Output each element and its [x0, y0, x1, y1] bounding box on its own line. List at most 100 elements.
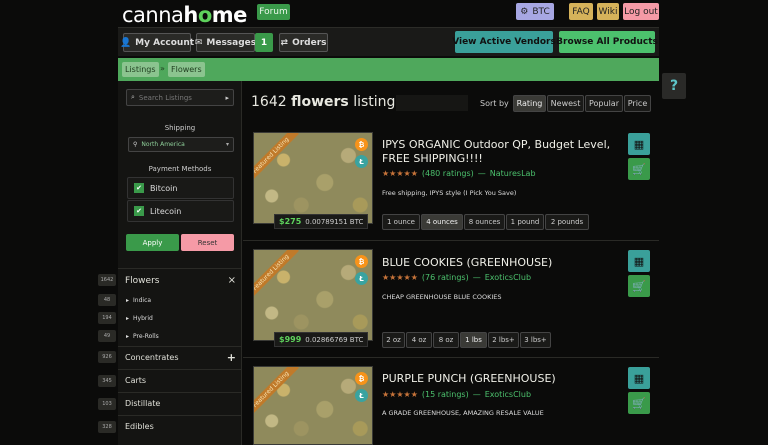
cart-icon: 🛒 [632, 396, 646, 410]
payment-option-bitcoin[interactable]: ✔ Bitcoin [127, 177, 234, 199]
listing-title[interactable]: IPYS ORGANIC Outdoor QP, Budget Level, F… [382, 138, 612, 166]
chevron-down-icon: ▾ [225, 141, 229, 148]
category-count: 328 [98, 421, 116, 433]
forum-link[interactable]: Forum [257, 4, 290, 20]
sort-popular-button[interactable]: Popular [585, 95, 623, 112]
rating-stars: ★★★★★ [382, 390, 418, 399]
subcategory-count: 194 [98, 312, 116, 324]
subcategory-label: Indica [133, 296, 152, 304]
sort-price-button[interactable]: Price [624, 95, 651, 112]
listing-description: A GRADE GREENHOUSE, AMAZING RESALE VALUE [382, 409, 544, 417]
orders-button[interactable]: ⇄ Orders [279, 33, 328, 52]
logout-button[interactable]: Log out [623, 3, 659, 20]
wiki-link[interactable]: Wiki [597, 3, 619, 20]
search-placeholder: Search Listings [138, 93, 192, 102]
quantity-option[interactable]: 8 oz [433, 332, 459, 348]
bitcoin-icon: ₿ [355, 138, 368, 151]
rating-count: (480 ratings) [421, 169, 474, 178]
reset-button[interactable]: Reset [181, 234, 234, 251]
calendar-icon: ▦ [633, 137, 645, 151]
logo-part: canna [122, 3, 184, 27]
shipping-select[interactable]: ⚲ North America ▾ [128, 137, 234, 152]
category-count: 103 [98, 398, 116, 410]
messages-count-badge[interactable]: 1 [255, 33, 273, 52]
quantity-option[interactable]: 1 pound [506, 214, 544, 230]
quantity-option[interactable]: 2 lbs+ [488, 332, 519, 348]
listing-title[interactable]: BLUE COOKIES (GREENHOUSE) [382, 256, 612, 270]
category-count: 926 [98, 351, 116, 363]
listing-image[interactable]: Featured Listing ₿ Ł [253, 366, 373, 445]
quantity-option[interactable]: 2 oz [382, 332, 405, 348]
category-label: Carts [125, 376, 147, 385]
results-category: flowers [291, 94, 349, 110]
calendar-icon: ▦ [633, 254, 645, 268]
apply-button[interactable]: Apply [126, 234, 179, 251]
help-button[interactable]: ? [662, 73, 686, 99]
price-usd: $999 [279, 335, 302, 344]
quantity-option-selected[interactable]: 4 ounces [421, 214, 463, 230]
cart-icon: 🛒 [632, 162, 646, 176]
breadcrumb-flowers[interactable]: Flowers [168, 62, 205, 77]
subcategory-label: Hybrid [133, 314, 153, 322]
quantity-option[interactable]: 1 ounce [382, 214, 420, 230]
search-input[interactable]: ⌕ Search Listings ▸ [126, 89, 234, 106]
quantity-option-selected[interactable]: 1 lbs [460, 332, 487, 348]
category-carts[interactable]: Carts [118, 369, 242, 391]
quantity-option[interactable]: 2 pounds [545, 214, 589, 230]
subcategory-hybrid[interactable]: ▸ Hybrid [118, 312, 242, 324]
rating-separator: — [472, 390, 481, 399]
quantity-option[interactable]: 8 ounces [464, 214, 505, 230]
quantity-option[interactable]: 4 oz [406, 332, 432, 348]
category-concentrates[interactable]: Concentrates + [118, 346, 242, 368]
breadcrumb-listings[interactable]: Listings [122, 62, 159, 77]
calendar-button[interactable]: ▦ [628, 250, 650, 272]
logo-part: h [183, 3, 198, 27]
subcategory-pre-rolls[interactable]: ▸ Pre-Rolls [118, 330, 242, 342]
my-account-button[interactable]: 👤 My Account [119, 33, 194, 52]
currency-button[interactable]: ⚙ BTC [516, 3, 554, 20]
sort-rating-button[interactable]: Rating [513, 95, 546, 112]
logo-part: o [197, 3, 212, 27]
add-to-cart-button[interactable]: 🛒 [628, 275, 650, 297]
category-count: 345 [98, 375, 116, 387]
category-edibles[interactable]: Edibles [118, 415, 242, 437]
faq-link[interactable]: FAQ [569, 3, 593, 20]
user-icon: 👤 [119, 37, 132, 48]
listing-title[interactable]: PURPLE PUNCH (GREENHOUSE) [382, 372, 612, 386]
category-count: 1642 [98, 274, 116, 286]
messages-button[interactable]: ✉ Messages [195, 33, 256, 52]
calendar-button[interactable]: ▦ [628, 133, 650, 155]
rating-separator: — [472, 273, 481, 282]
listing-description: CHEAP GREENHOUSE BLUE COOKIES [382, 293, 502, 301]
payment-option-litecoin[interactable]: ✔ Litecoin [127, 200, 234, 222]
price-usd: $275 [279, 217, 302, 226]
category-flowers[interactable]: Flowers × [118, 268, 242, 292]
results-count: 1642 [251, 94, 287, 110]
bitcoin-icon: ₿ [355, 372, 368, 385]
vendor-link[interactable]: ExoticsClub [485, 390, 531, 399]
vendor-link[interactable]: NaturesLab [490, 169, 536, 178]
view-active-vendors-button[interactable]: View Active Vendors [452, 31, 556, 53]
quantity-option[interactable]: 3 lbs+ [520, 332, 551, 348]
rating-count: (76 ratings) [421, 273, 469, 282]
category-distillate[interactable]: Distillate [118, 392, 242, 414]
listing-image[interactable]: Featured Listing ₿ Ł [253, 132, 373, 224]
checkbox-checked-icon[interactable]: ✔ [134, 183, 144, 193]
plus-icon[interactable]: + [227, 351, 236, 364]
subcategory-count: 48 [98, 294, 116, 306]
caret-right-icon: ▸ [126, 332, 130, 340]
vendor-link[interactable]: ExoticsClub [485, 273, 531, 282]
calendar-button[interactable]: ▦ [628, 367, 650, 389]
add-to-cart-button[interactable]: 🛒 [628, 392, 650, 414]
listing-rating: ★★★★★ (76 ratings) — ExoticsClub [382, 273, 531, 282]
site-logo[interactable]: cannahome [122, 3, 247, 27]
subcategory-indica[interactable]: ▸ Indica [118, 294, 242, 306]
sort-newest-button[interactable]: Newest [547, 95, 584, 112]
add-to-cart-button[interactable]: 🛒 [628, 158, 650, 180]
listing-image[interactable]: Featured Listing ₿ Ł [253, 249, 373, 341]
caret-right-icon: ▸ [225, 93, 229, 102]
close-icon[interactable]: × [228, 275, 236, 286]
checkbox-checked-icon[interactable]: ✔ [134, 206, 144, 216]
featured-ribbon: Featured Listing [254, 367, 299, 418]
browse-all-products-button[interactable]: Browse All Products [556, 31, 658, 53]
